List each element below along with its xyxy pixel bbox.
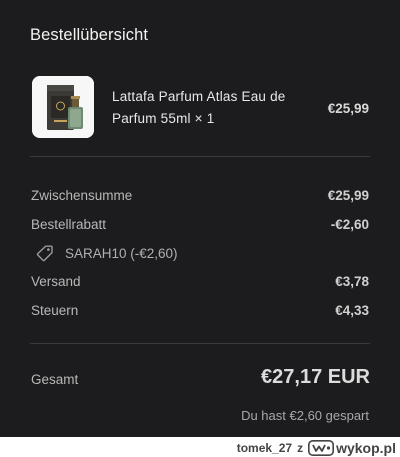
watermark-site: wykop.pl [336,440,396,456]
taxes-value: €4,33 [335,303,369,318]
wykop-logo-icon [308,440,335,456]
product-name-line: Lattafa Parfum Atlas Eau de [112,89,286,104]
discount-code: SARAH10 (-€2,60) [36,243,178,263]
product-price: €25,99 [327,101,369,116]
perfume-bottle-icon [32,76,94,138]
tag-icon [36,245,53,262]
taxes-label: Steuern [31,303,79,318]
product-name-line: Parfum 55ml × 1 [112,111,215,126]
watermark-separator: z [297,441,304,455]
order-summary-panel: Bestellübersicht Lattafa Parfum Atlas Ea… [0,0,400,437]
subtotal-value: €25,99 [327,188,369,203]
total-value: €27,17 EUR [261,366,370,388]
savings-note: Du hast €2,60 gespart [241,408,369,423]
shipping-label: Versand [31,274,81,289]
order-summary-title: Bestellübersicht [30,26,149,44]
total-label: Gesamt [31,372,79,387]
product-name: Lattafa Parfum Atlas Eau de Parfum 55ml … [112,86,312,130]
product-thumbnail [32,76,94,138]
shipping-value: €3,78 [335,274,369,289]
divider [30,343,370,344]
discount-label: Bestellrabatt [31,217,107,232]
divider [30,156,370,157]
subtotal-label: Zwischensumme [31,188,133,203]
discount-code-text: SARAH10 (-€2,60) [65,245,178,261]
watermark-user: tomek_27 [236,441,293,455]
discount-value: -€2,60 [330,217,369,232]
watermark: tomek_27 z wykop.pl [237,440,396,456]
